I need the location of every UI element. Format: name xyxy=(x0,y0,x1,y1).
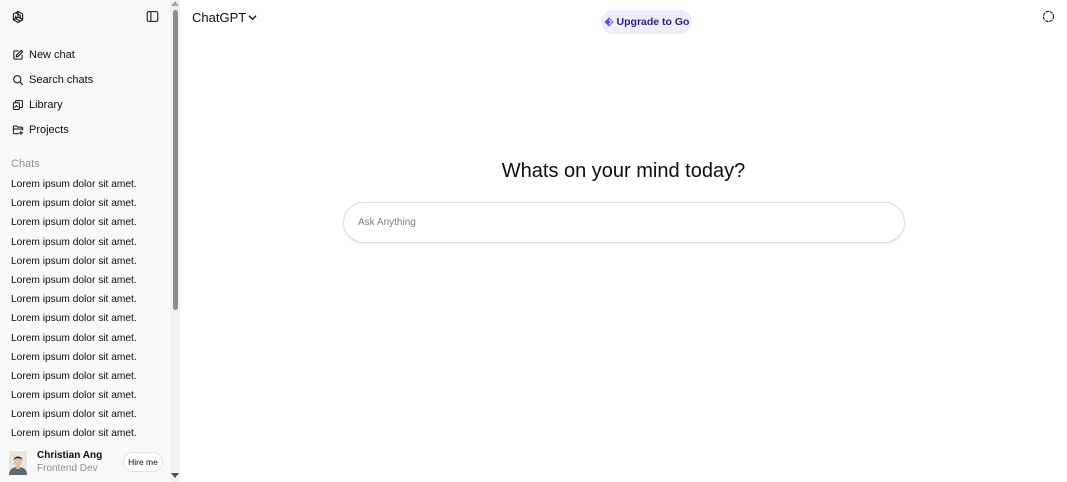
sidebar-item-search-chats[interactable]: Search chats xyxy=(0,67,170,92)
folder-icon xyxy=(12,124,24,135)
chat-list-item[interactable]: Lorem ipsum dolor sit amet. xyxy=(0,348,170,367)
chat-list-item[interactable]: Lorem ipsum dolor sit amet. xyxy=(0,329,170,348)
chat-list-item[interactable]: Lorem ipsum dolor sit amet. xyxy=(0,175,170,194)
sidebar-header xyxy=(0,0,170,34)
chat-list-item[interactable]: Lorem ipsum dolor sit amet. xyxy=(0,290,170,309)
upgrade-label: Upgrade to Go xyxy=(616,16,690,28)
hire-me-button[interactable]: Hire me xyxy=(123,452,163,472)
ask-anything-input[interactable] xyxy=(358,203,888,242)
temporary-chat-icon[interactable] xyxy=(1042,10,1055,23)
chat-list: Lorem ipsum dolor sit amet. Lorem ipsum … xyxy=(0,175,170,444)
library-icon xyxy=(12,99,23,110)
avatar xyxy=(9,451,27,475)
chat-list-item[interactable]: Lorem ipsum dolor sit amet. xyxy=(0,213,170,232)
chats-heading: Chats xyxy=(11,158,40,170)
page-title: Whats on your mind today? xyxy=(501,160,746,182)
chevron-down-icon xyxy=(248,15,257,20)
model-label: ChatGPT xyxy=(192,10,247,25)
diamond-icon xyxy=(604,17,614,27)
sidebar-item-label: Search chats xyxy=(29,73,94,86)
composer[interactable] xyxy=(343,202,905,243)
chat-list-item[interactable]: Lorem ipsum dolor sit amet. xyxy=(0,271,170,290)
scrollbar-thumb[interactable] xyxy=(173,10,178,310)
pencil-square-icon xyxy=(13,49,24,60)
main-panel: ChatGPT Upgrade to Go Whats on your mind… xyxy=(180,0,1067,482)
upgrade-button[interactable]: Upgrade to Go xyxy=(601,10,692,34)
sidebar-item-new-chat[interactable]: New chat xyxy=(0,42,170,67)
chat-list-item[interactable]: Lorem ipsum dolor sit amet. xyxy=(0,424,170,443)
chat-list-item[interactable]: Lorem ipsum dolor sit amet. xyxy=(0,233,170,252)
user-name: Christian Ang xyxy=(37,450,103,461)
openai-logo-icon[interactable] xyxy=(11,10,25,24)
sidebar-item-label: Library xyxy=(29,98,63,111)
chat-list-item[interactable]: Lorem ipsum dolor sit amet. xyxy=(0,252,170,271)
user-role: Frontend Dev xyxy=(37,463,98,474)
sidebar-toggle-icon[interactable] xyxy=(146,10,159,23)
model-switcher[interactable]: ChatGPT xyxy=(192,10,257,25)
user-profile-card[interactable]: Christian Ang Frontend Dev Hire me xyxy=(0,442,170,482)
scroll-up-arrow-icon[interactable] xyxy=(171,1,179,6)
sidebar-item-label: Projects xyxy=(29,123,69,136)
sidebar-nav: New chat Search chats Library Projects xyxy=(0,42,170,142)
sidebar-item-library[interactable]: Library xyxy=(0,92,170,117)
chat-list-item[interactable]: Lorem ipsum dolor sit amet. xyxy=(0,367,170,386)
chat-list-item[interactable]: Lorem ipsum dolor sit amet. xyxy=(0,309,170,328)
sidebar-scrollbar[interactable] xyxy=(170,0,180,482)
sidebar-item-projects[interactable]: Projects xyxy=(0,117,170,142)
sidebar: New chat Search chats Library Projects C… xyxy=(0,0,180,482)
chat-list-item[interactable]: Lorem ipsum dolor sit amet. xyxy=(0,194,170,213)
chat-list-item[interactable]: Lorem ipsum dolor sit amet. xyxy=(0,405,170,424)
scroll-down-arrow-icon[interactable] xyxy=(171,473,179,478)
chat-list-item[interactable]: Lorem ipsum dolor sit amet. xyxy=(0,386,170,405)
sidebar-item-label: New chat xyxy=(29,48,75,61)
search-icon xyxy=(13,74,24,85)
